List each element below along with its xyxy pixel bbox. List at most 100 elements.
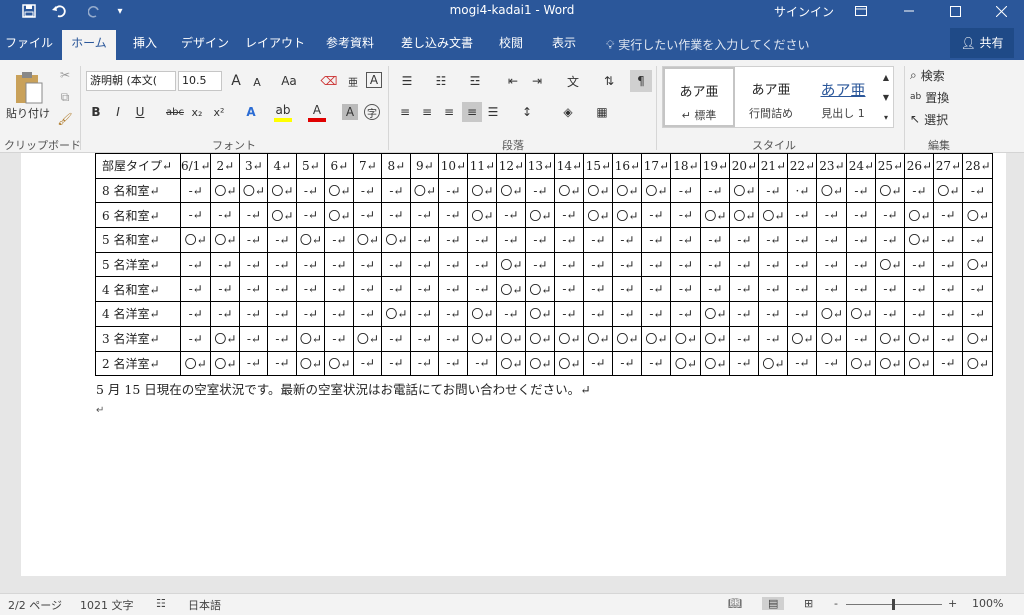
table-cell[interactable]: -↵ — [583, 301, 614, 327]
table-cell[interactable]: -↵ — [904, 251, 935, 278]
tab-file[interactable]: ファイル — [4, 30, 54, 60]
table-cell[interactable]: 〇↵ — [875, 177, 906, 204]
print-layout-icon[interactable]: ▤ — [762, 597, 785, 610]
table-cell[interactable]: 〇↵ — [496, 276, 527, 303]
table-cell[interactable]: 〇↵ — [904, 350, 935, 377]
table-cell[interactable]: -↵ — [700, 276, 731, 303]
table-cell[interactable]: -↵ — [267, 227, 298, 253]
cut-icon[interactable]: ✂ — [56, 66, 74, 84]
table-cell[interactable]: -↵ — [381, 202, 412, 229]
table-cell[interactable]: 〇↵ — [525, 276, 556, 303]
table-cell[interactable]: -↵ — [324, 227, 355, 253]
font-name-select[interactable]: 游明朝 (本文( — [86, 71, 176, 91]
table-cell[interactable]: -↵ — [179, 276, 212, 303]
table-cell[interactable]: -↵ — [933, 227, 964, 253]
table-cell[interactable]: -↵ — [239, 301, 269, 327]
table-cell[interactable]: -↵ — [410, 276, 440, 303]
table-cell[interactable]: -↵ — [670, 251, 702, 278]
table-cell[interactable]: -↵ — [612, 227, 643, 253]
table-cell[interactable]: 6↵ — [324, 153, 355, 179]
table-cell[interactable]: 9↵ — [410, 153, 440, 179]
table-cell[interactable]: -↵ — [324, 301, 355, 327]
table-cell[interactable]: 14↵ — [554, 153, 585, 179]
table-cell[interactable]: -↵ — [210, 202, 241, 229]
table-cell[interactable]: -↵ — [525, 227, 556, 253]
table-cell[interactable]: -↵ — [612, 276, 643, 303]
table-cell[interactable]: -↵ — [324, 251, 355, 278]
table-cell[interactable]: -↵ — [816, 227, 848, 253]
table-cell[interactable]: 〇↵ — [962, 251, 994, 278]
ribbon-display-icon[interactable] — [843, 0, 879, 22]
table-cell[interactable]: 〇↵ — [904, 202, 935, 229]
table-cell[interactable]: 13↵ — [525, 153, 556, 179]
table-cell[interactable]: 〇↵ — [875, 251, 906, 278]
document-page[interactable]: 部屋タイプ↵ 6/1↵ 2↵ 3↵ 4↵ 5↵ 6↵ 7↵ 8↵ 9↵ 10↵ 11↵ 12↵ 13↵ 14… — [21, 153, 1006, 576]
word-count[interactable]: 1021 文字 — [80, 597, 134, 613]
table-cell[interactable]: 〇↵ — [525, 325, 556, 352]
text-effects-icon[interactable]: A — [242, 102, 260, 122]
align-left-icon[interactable]: ≡ — [396, 102, 414, 122]
table-cell[interactable]: -↵ — [496, 301, 527, 327]
table-cell[interactable]: -↵ — [846, 177, 877, 204]
table-cell[interactable]: 〇↵ — [962, 202, 994, 229]
table-cell[interactable]: 12↵ — [496, 153, 527, 179]
table-cell[interactable]: 〇↵ — [700, 202, 731, 229]
table-cell[interactable]: 〇↵ — [670, 350, 702, 377]
shrink-font-button[interactable]: A — [250, 74, 264, 90]
table-cell[interactable]: 17↵ — [641, 153, 672, 179]
table-cell[interactable]: -↵ — [787, 350, 818, 377]
table-cell[interactable]: -↵ — [875, 227, 906, 253]
table-cell[interactable]: -↵ — [267, 325, 298, 352]
table-cell[interactable]: -↵ — [933, 350, 964, 377]
table-cell[interactable]: 15↵ — [583, 153, 614, 179]
table-cell[interactable]: -↵ — [700, 227, 731, 253]
proofing-icon[interactable]: ☷ — [156, 597, 166, 610]
table-cell[interactable]: -↵ — [210, 301, 241, 327]
table-cell[interactable]: 〇↵ — [904, 325, 935, 352]
superscript-button[interactable]: x² — [210, 102, 228, 122]
table-cell[interactable]: 6/1↵ — [179, 153, 212, 179]
table-cell[interactable]: 〇↵ — [875, 350, 906, 377]
style-normal[interactable]: あア亜 ↵ 標準 — [663, 67, 735, 127]
table-cell[interactable]: 10↵ — [438, 153, 469, 179]
table-cell[interactable]: -↵ — [438, 350, 469, 377]
table-cell[interactable]: 〇↵ — [554, 350, 585, 377]
line-spacing-icon[interactable]: ↕ — [514, 102, 540, 122]
close-icon[interactable] — [983, 0, 1019, 22]
row-label-cell[interactable]: 3 名洋室↵ — [95, 325, 181, 352]
table-cell[interactable]: 〇↵ — [583, 202, 614, 229]
table-cell[interactable]: -↵ — [846, 202, 877, 229]
table-cell[interactable]: -↵ — [438, 301, 469, 327]
borders-icon[interactable]: ▦ — [590, 102, 614, 122]
styles-more-icon[interactable]: ▾ — [879, 107, 893, 127]
table-cell[interactable]: -↵ — [641, 301, 672, 327]
table-cell[interactable]: -↵ — [179, 177, 212, 204]
page-count[interactable]: 2/2 ページ — [8, 597, 62, 613]
table-cell[interactable]: -↵ — [239, 227, 269, 253]
language[interactable]: 日本語 — [188, 597, 221, 613]
table-cell[interactable]: 〇↵ — [496, 325, 527, 352]
table-cell[interactable]: -↵ — [758, 251, 789, 278]
table-cell[interactable]: 〇↵ — [700, 350, 731, 377]
table-cell[interactable]: 〇↵ — [267, 177, 298, 204]
table-cell[interactable]: 〇↵ — [496, 251, 527, 278]
table-cell[interactable]: -↵ — [758, 177, 789, 204]
table-cell[interactable]: -↵ — [816, 350, 848, 377]
table-cell[interactable]: 〇↵ — [816, 177, 848, 204]
table-cell[interactable]: -↵ — [670, 227, 702, 253]
table-cell[interactable]: -↵ — [438, 202, 469, 229]
table-cell[interactable]: ·↵ — [787, 177, 818, 204]
grow-font-button[interactable]: A — [228, 72, 244, 90]
table-cell[interactable]: -↵ — [353, 202, 383, 229]
table-cell[interactable]: -↵ — [467, 251, 498, 278]
table-cell[interactable]: -↵ — [554, 276, 585, 303]
table-cell[interactable]: 〇↵ — [583, 325, 614, 352]
tab-insert[interactable]: 挿入 — [124, 30, 166, 60]
table-cell[interactable]: -↵ — [381, 177, 412, 204]
table-cell[interactable]: -↵ — [210, 276, 241, 303]
table-cell[interactable]: 〇↵ — [846, 350, 877, 377]
table-cell[interactable]: -↵ — [381, 350, 412, 377]
table-cell[interactable]: -↵ — [670, 301, 702, 327]
table-cell[interactable]: 〇↵ — [296, 227, 326, 253]
select-button[interactable]: ↖ 選択 — [910, 110, 970, 128]
